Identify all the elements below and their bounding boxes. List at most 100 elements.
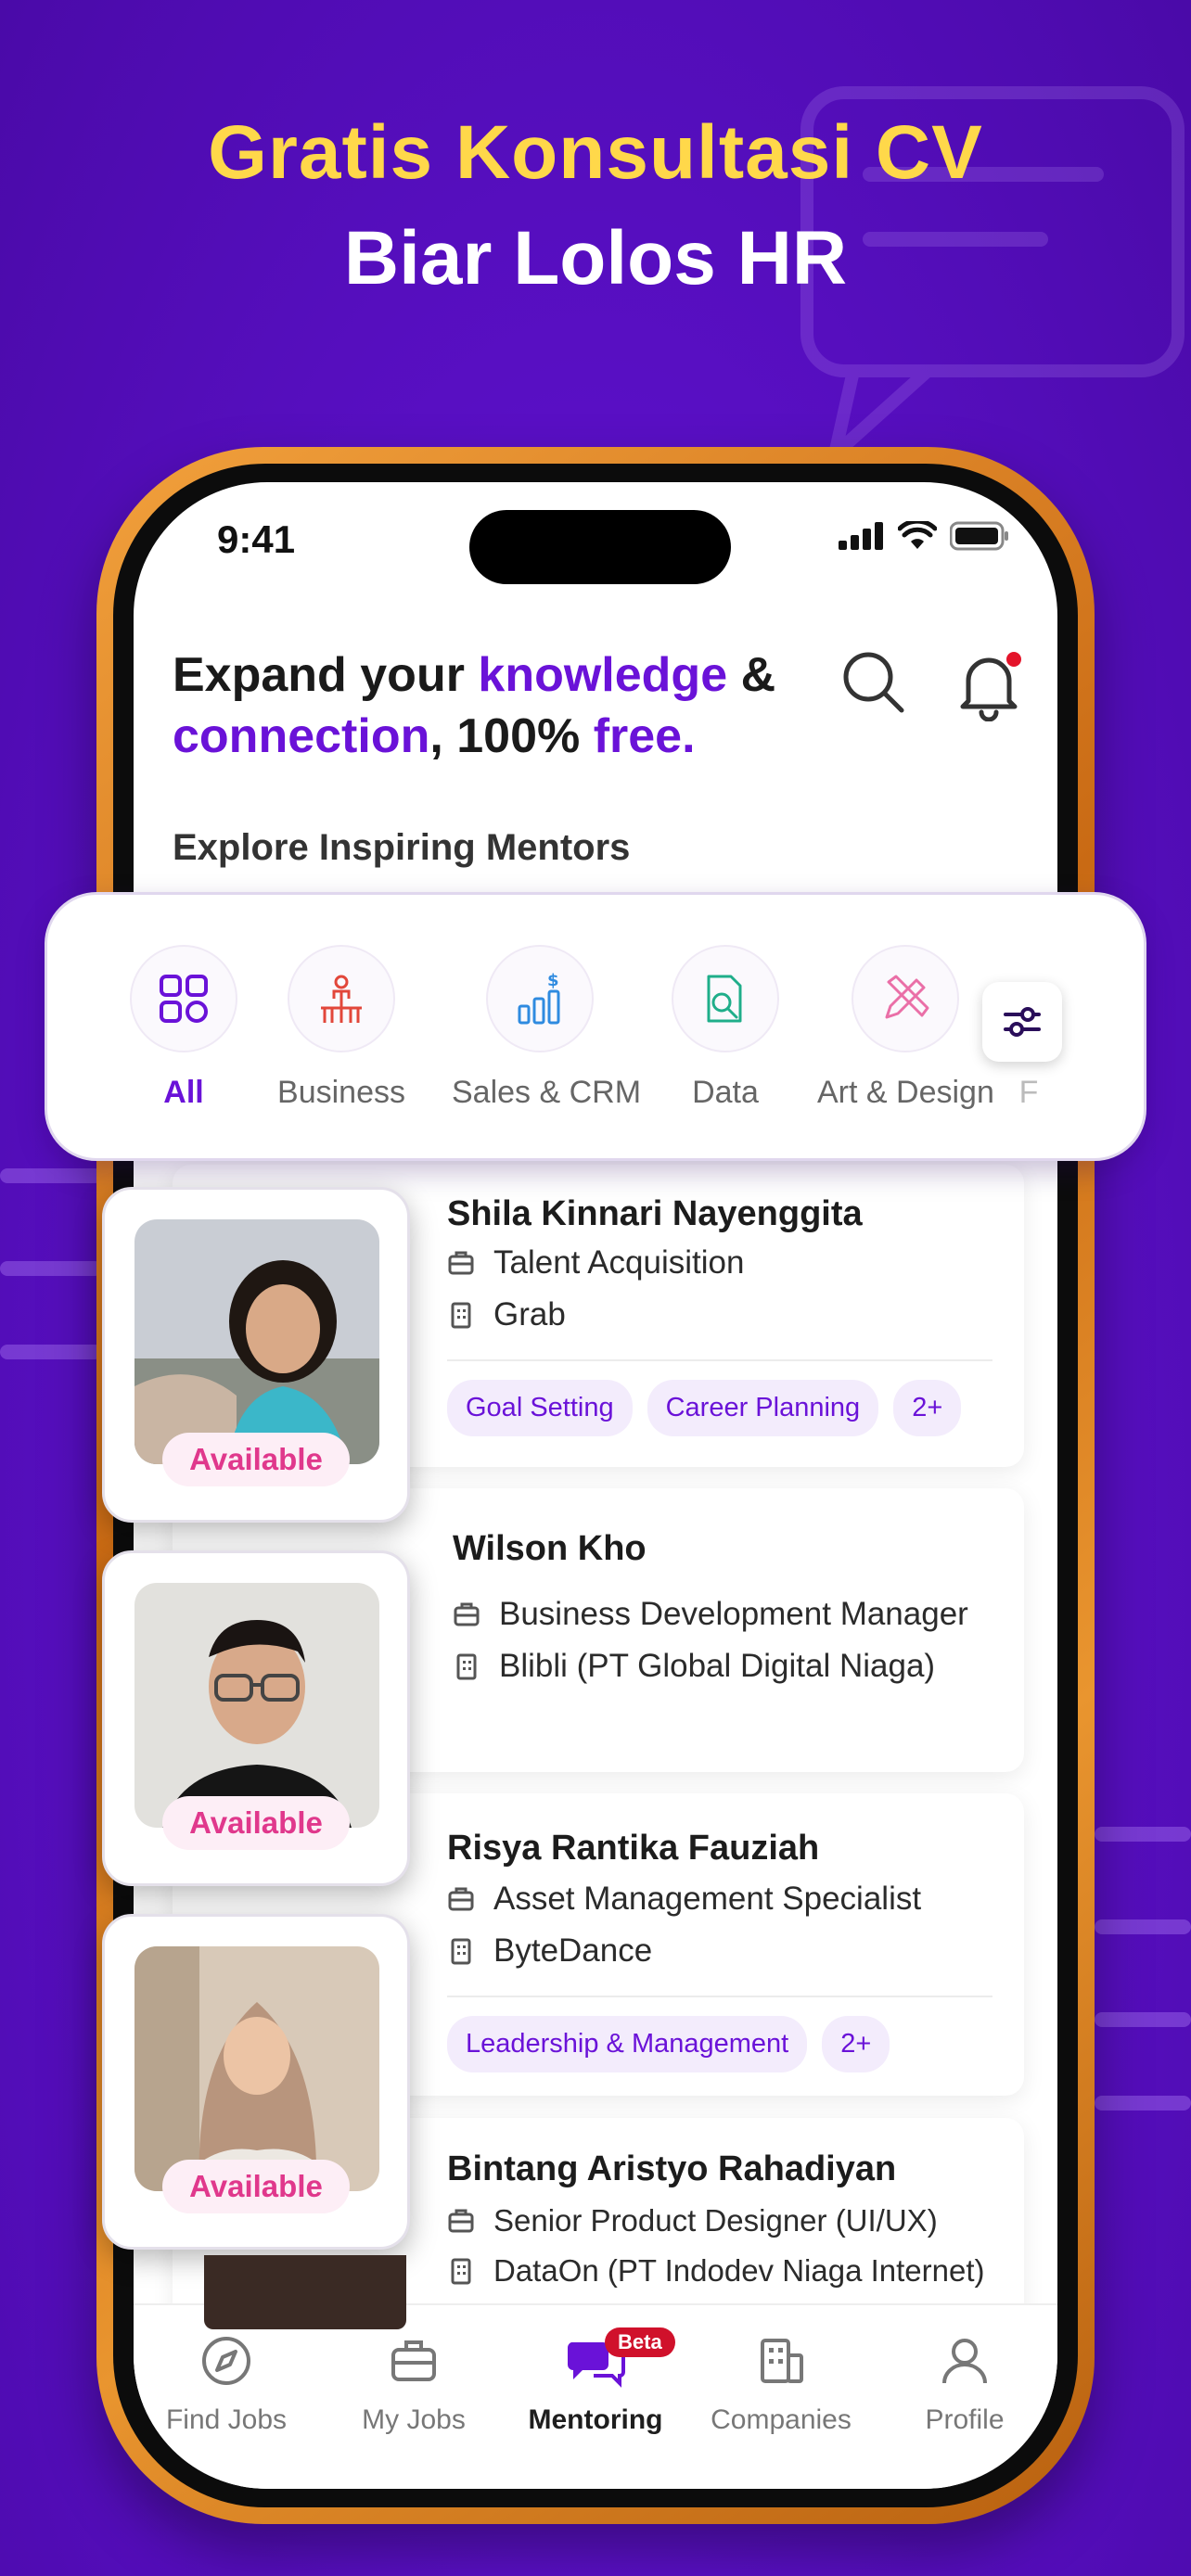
category-sales-crm[interactable]: $ Sales & CRM — [452, 945, 642, 1111]
category-selector: All Business $ Sales & CRM Data Art & De… — [45, 892, 1146, 1161]
mentor-role: Talent Acquisition — [447, 1244, 744, 1282]
category-label: Sales & CRM — [452, 1075, 642, 1110]
category-icon-wrap — [130, 945, 237, 1052]
data-search-icon — [707, 975, 742, 1023]
nav-profile[interactable]: Profile — [872, 2333, 1057, 2436]
avatar — [134, 1946, 379, 2191]
dynamic-island — [469, 510, 731, 584]
nav-find-jobs[interactable]: Find Jobs — [134, 2333, 319, 2436]
hero-text-part: Expand your — [173, 648, 479, 702]
mentor-photo — [134, 1946, 379, 2191]
mentor-name: Shila Kinnari Nayenggita — [447, 1194, 863, 1233]
mentor-company-text: Grab — [493, 1296, 566, 1333]
banner-subtitle: Biar Lolos HR — [343, 216, 848, 300]
nav-label: Mentoring — [528, 2404, 663, 2435]
skill-tag[interactable]: Goal Setting — [447, 1380, 633, 1436]
hero-text-part: & — [727, 648, 776, 702]
category-art-design[interactable]: Art & Design — [817, 945, 994, 1111]
briefcase-icon — [391, 2340, 436, 2381]
mentor-role: Senior Product Designer (UI/UX) — [447, 2203, 938, 2238]
category-icon-wrap: $ — [486, 945, 594, 1052]
mentor-role-text: Senior Product Designer (UI/UX) — [493, 2203, 938, 2238]
section-title: Explore Inspiring Mentors — [173, 827, 631, 868]
mentor-role: Business Development Manager — [453, 1596, 968, 1633]
nav-my-jobs[interactable]: My Jobs — [321, 2333, 506, 2436]
notification-dot — [1004, 649, 1024, 670]
more-tags-badge[interactable]: 2+ — [893, 1380, 962, 1436]
sales-chart-icon: $ — [518, 971, 560, 1025]
category-label: Art & Design — [817, 1075, 994, 1110]
category-data[interactable]: Data — [637, 945, 813, 1111]
building-icon — [761, 2339, 803, 2383]
divider — [447, 1996, 992, 1997]
mentor-photo-card[interactable]: Available — [102, 1914, 410, 2250]
availability-badge: Available — [162, 1796, 350, 1850]
grid-icon — [160, 975, 208, 1023]
mentor-role-text: Business Development Manager — [499, 1596, 968, 1632]
divider — [447, 1359, 992, 1361]
more-tags-badge[interactable]: 2+ — [822, 2016, 890, 2072]
bg-line — [1095, 1919, 1191, 1934]
briefcase-icon — [448, 1887, 474, 1911]
battery-icon — [950, 521, 1008, 551]
person-icon — [942, 2339, 987, 2384]
building-icon — [451, 1938, 471, 1965]
mentor-role: Asset Management Specialist — [447, 1881, 921, 1918]
category-label: Data — [692, 1075, 759, 1110]
filter-sliders-icon — [1004, 1007, 1041, 1037]
skill-tag[interactable]: Leadership & Management — [447, 2016, 808, 2072]
status-icons — [839, 521, 1009, 551]
briefcase-icon — [454, 1602, 480, 1626]
mentor-company: Blibli (PT Global Digital Niaga) — [453, 1648, 935, 1685]
mentor-photo-partial — [204, 2255, 406, 2329]
category-label: Business — [277, 1075, 405, 1110]
nav-mentoring[interactable]: Beta Mentoring — [503, 2327, 688, 2436]
mentor-photo — [134, 1583, 379, 1828]
mentor-photo-card[interactable]: Available — [102, 1187, 410, 1523]
skill-tags: Goal Setting Career Planning 2+ — [447, 1380, 962, 1436]
mentor-photo-card[interactable]: Available — [102, 1550, 410, 1886]
category-all[interactable]: All — [96, 945, 272, 1111]
nav-label: Companies — [711, 2404, 852, 2435]
availability-badge: Available — [162, 1433, 350, 1486]
category-label: All — [163, 1075, 204, 1110]
bg-line — [0, 1261, 102, 1276]
briefcase-icon — [448, 1251, 474, 1275]
skill-tags: Leadership & Management 2+ — [447, 2016, 890, 2072]
bottom-navigation: Find Jobs My Jobs Beta Mentoring Compani… — [134, 2303, 1057, 2489]
filter-button[interactable] — [982, 982, 1062, 1062]
category-icon-wrap — [288, 945, 395, 1052]
business-people-icon — [321, 975, 362, 1023]
nav-label: Find Jobs — [165, 2404, 288, 2435]
mentor-company-text: Blibli (PT Global Digital Niaga) — [499, 1648, 936, 1684]
bg-line — [0, 1168, 102, 1183]
mentor-company: Grab — [447, 1296, 566, 1333]
category-business[interactable]: Business — [253, 945, 429, 1111]
mentor-photo — [134, 1219, 379, 1464]
mentor-role-text: Talent Acquisition — [493, 1244, 745, 1281]
hero-accent-knowledge: knowledge — [478, 648, 728, 702]
hero-headline: Expand your knowledge & connection, 100%… — [173, 644, 775, 767]
hero-accent-free: free. — [593, 709, 696, 763]
mentor-company-text: ByteDance — [493, 1932, 653, 1969]
beta-badge: Beta — [605, 2327, 675, 2357]
search-icon[interactable] — [840, 649, 907, 716]
availability-badge: Available — [162, 2160, 350, 2213]
nav-companies[interactable]: Companies — [688, 2333, 874, 2436]
mentor-name: Bintang Aristyo Rahadiyan — [447, 2149, 897, 2188]
mentor-role-text: Asset Management Specialist — [493, 1881, 922, 1917]
mentor-company: DataOn (PT Indodev Niaga Internet) — [447, 2253, 985, 2289]
notification-button[interactable] — [957, 649, 1024, 722]
nav-label: My Jobs — [362, 2404, 466, 2435]
skill-tag[interactable]: Career Planning — [647, 1380, 879, 1436]
bg-line — [1095, 2012, 1191, 2027]
mentor-name: Risya Rantika Fauziah — [447, 1829, 820, 1868]
mentor-name: Wilson Kho — [453, 1529, 647, 1568]
svg-text:$: $ — [547, 971, 559, 990]
pencil-ruler-icon — [885, 975, 929, 1019]
bg-line — [0, 1345, 102, 1359]
mentor-company: ByteDance — [447, 1932, 652, 1970]
mentor-company-text: DataOn (PT Indodev Niaga Internet) — [493, 2253, 985, 2288]
wifi-icon — [898, 521, 937, 549]
hero-accent-connection: connection — [173, 709, 430, 763]
